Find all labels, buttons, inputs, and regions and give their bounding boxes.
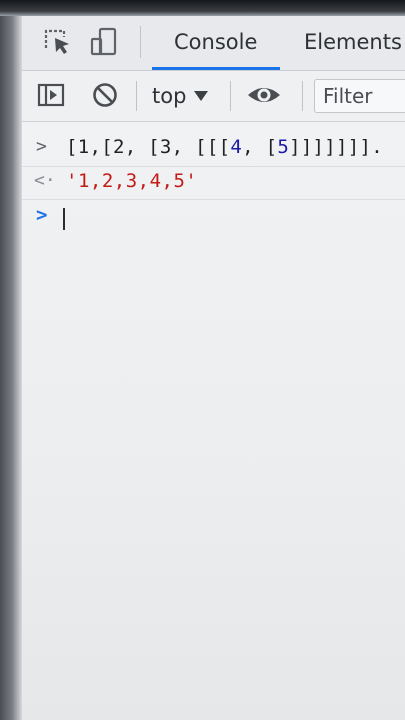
devtools-tab-bar: Console Elements: [22, 16, 405, 71]
tab-elements[interactable]: Elements: [304, 30, 402, 54]
code-number-5: 5: [277, 136, 290, 158]
toolbar-separator: [302, 81, 303, 111]
code-prefix: [1,[2, [3, [[[: [66, 136, 231, 158]
context-label: top: [152, 84, 187, 108]
active-tab-indicator: [152, 67, 280, 70]
active-prompt-chevron-icon: >: [36, 204, 48, 226]
screen-bezel-top: [0, 0, 405, 16]
live-expression-eye-icon[interactable]: [246, 80, 282, 110]
screen-bezel-left: [0, 0, 22, 720]
result-arrow-icon: <·: [34, 170, 56, 191]
console-output[interactable]: > [1,[2, [3, [[[4, [5]]]]]]]. <· '1,2,3,…: [22, 122, 405, 720]
execution-context-select[interactable]: top: [152, 82, 209, 110]
show-sidebar-icon[interactable]: [36, 80, 66, 110]
console-prompt-line[interactable]: >: [22, 202, 405, 236]
prompt-chevron-icon: >: [36, 136, 47, 157]
tab-bar-separator: [140, 26, 141, 58]
filter-input[interactable]: [314, 79, 405, 113]
tab-console[interactable]: Console: [174, 30, 257, 54]
code-number-4: 4: [230, 136, 243, 158]
code-mid: , [: [242, 136, 278, 158]
device-toolbar-icon[interactable]: [89, 26, 119, 56]
result-string: '1,2,3,4,5': [66, 170, 198, 192]
code-suffix: ]]]]]]].: [289, 136, 383, 158]
console-toolbar: top: [22, 71, 405, 122]
caret-down-icon: [194, 91, 209, 101]
text-cursor: [63, 208, 65, 230]
console-input-line: > [1,[2, [3, [[[4, [5]]]]]]].: [22, 132, 405, 167]
inspect-element-icon[interactable]: [42, 26, 72, 56]
input-code: [1,[2, [3, [[[4, [5]]]]]]].: [66, 136, 383, 158]
clear-console-icon[interactable]: [90, 80, 120, 110]
toolbar-separator: [136, 81, 137, 111]
console-result-line: <· '1,2,3,4,5': [22, 167, 405, 200]
toolbar-separator: [230, 81, 231, 111]
devtools-panel: Console Elements top Filter > [1,[2, [3,…: [22, 16, 405, 720]
